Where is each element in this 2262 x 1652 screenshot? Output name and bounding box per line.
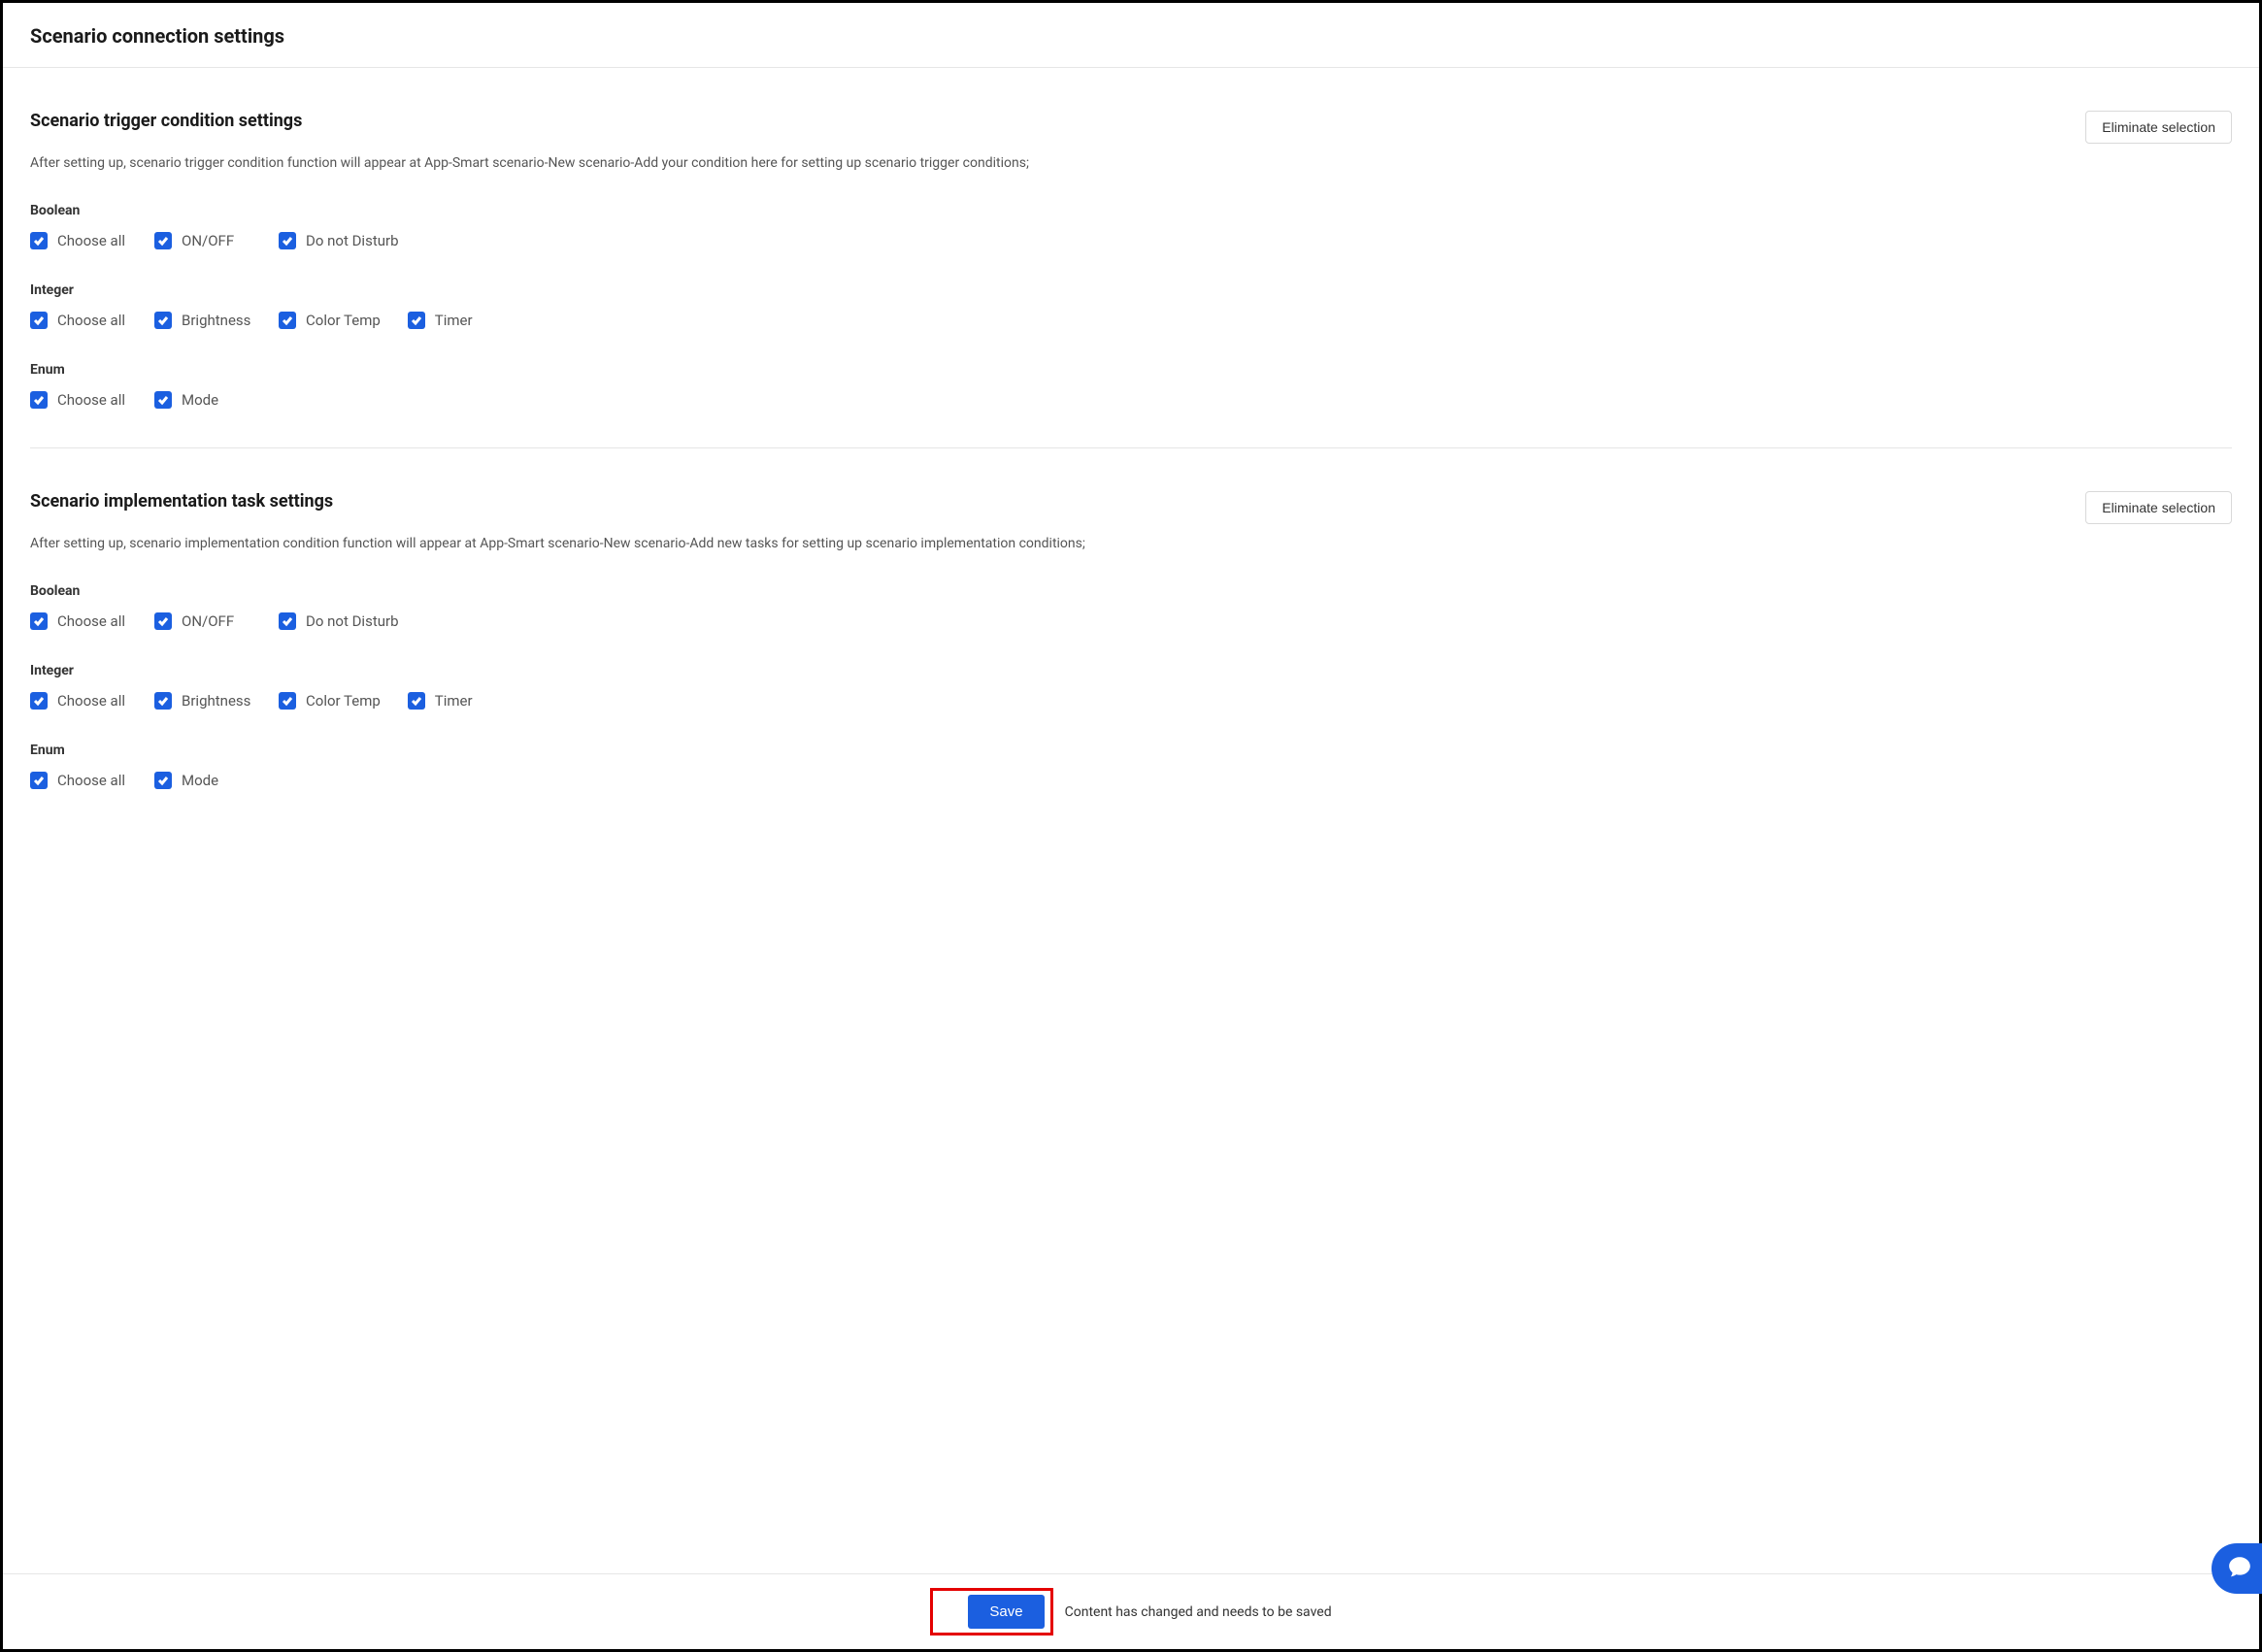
checkbox-brightness[interactable]: Brightness <box>154 692 251 710</box>
checkbox-icon <box>408 692 425 710</box>
group-task-integer: Integer Choose all Brightness Color Temp <box>30 663 2232 710</box>
section-desc-task: After setting up, scenario implementatio… <box>30 534 2232 554</box>
checkbox-icon <box>279 232 296 249</box>
checkbox-icon <box>30 312 48 329</box>
checkbox-icon <box>154 692 172 710</box>
checkbox-on-off[interactable]: ON/OFF <box>154 232 251 249</box>
section-task: Scenario implementation task settings El… <box>30 447 2232 828</box>
checkbox-label: Choose all <box>57 232 125 249</box>
page-title: Scenario connection settings <box>30 24 2232 48</box>
checkbox-icon <box>279 612 296 630</box>
group-title: Integer <box>30 663 2232 678</box>
group-title: Integer <box>30 282 2232 298</box>
chat-icon <box>2221 1554 2252 1583</box>
checkbox-label: Brightness <box>182 312 250 329</box>
checkbox-icon <box>154 391 172 409</box>
checkbox-label: Timer <box>435 692 473 710</box>
group-task-enum: Enum Choose all Mode <box>30 743 2232 789</box>
checkbox-row: Choose all Brightness Color Temp Timer <box>30 312 2232 329</box>
checkbox-label: Choose all <box>57 772 125 789</box>
save-button[interactable]: Save <box>968 1595 1044 1629</box>
checkbox-on-off[interactable]: ON/OFF <box>154 612 251 630</box>
eliminate-selection-button-trigger[interactable]: Eliminate selection <box>2085 111 2232 144</box>
checkbox-choose-all[interactable]: Choose all <box>30 772 127 789</box>
checkbox-icon <box>408 312 425 329</box>
checkbox-choose-all[interactable]: Choose all <box>30 232 127 249</box>
checkbox-icon <box>30 692 48 710</box>
section-trigger: Scenario trigger condition settings Elim… <box>30 68 2232 447</box>
group-title: Boolean <box>30 203 2232 218</box>
group-title: Enum <box>30 743 2232 758</box>
checkbox-row: Choose all Mode <box>30 391 2232 409</box>
section-desc-trigger: After setting up, scenario trigger condi… <box>30 153 2232 174</box>
section-header-row: Scenario implementation task settings El… <box>30 491 2232 524</box>
checkbox-label: Mode <box>182 772 218 789</box>
group-task-boolean: Boolean Choose all ON/OFF Do not Disturb <box>30 583 2232 630</box>
group-title: Boolean <box>30 583 2232 599</box>
checkbox-icon <box>154 312 172 329</box>
checkbox-label: Do not Disturb <box>306 612 399 630</box>
eliminate-selection-button-task[interactable]: Eliminate selection <box>2085 491 2232 524</box>
checkbox-icon <box>154 772 172 789</box>
checkbox-choose-all[interactable]: Choose all <box>30 312 127 329</box>
checkbox-icon <box>30 391 48 409</box>
checkbox-color-temp[interactable]: Color Temp <box>279 312 381 329</box>
section-title-trigger: Scenario trigger condition settings <box>30 111 302 131</box>
checkbox-label: Brightness <box>182 692 250 710</box>
checkbox-label: Mode <box>182 391 218 409</box>
app-frame: Scenario connection settings Scenario tr… <box>0 0 2262 1652</box>
checkbox-label: Choose all <box>57 692 125 710</box>
checkbox-icon <box>30 232 48 249</box>
checkbox-label: Choose all <box>57 391 125 409</box>
checkbox-brightness[interactable]: Brightness <box>154 312 251 329</box>
checkbox-row: Choose all ON/OFF Do not Disturb <box>30 612 2232 630</box>
checkbox-icon <box>30 772 48 789</box>
checkbox-label: ON/OFF <box>182 612 234 630</box>
checkbox-label: Color Temp <box>306 312 381 329</box>
checkbox-choose-all[interactable]: Choose all <box>30 692 127 710</box>
checkbox-label: ON/OFF <box>182 232 234 249</box>
title-bar: Scenario connection settings <box>3 3 2259 68</box>
checkbox-row: Choose all Mode <box>30 772 2232 789</box>
checkbox-do-not-disturb[interactable]: Do not Disturb <box>279 612 399 630</box>
content-area: Scenario trigger condition settings Elim… <box>3 68 2259 1573</box>
checkbox-label: Choose all <box>57 312 125 329</box>
footer-bar: Save Content has changed and needs to be… <box>3 1573 2259 1649</box>
group-title: Enum <box>30 362 2232 378</box>
section-title-task: Scenario implementation task settings <box>30 491 333 512</box>
checkbox-label: Do not Disturb <box>306 232 399 249</box>
checkbox-timer[interactable]: Timer <box>408 312 505 329</box>
checkbox-label: Choose all <box>57 612 125 630</box>
checkbox-choose-all[interactable]: Choose all <box>30 391 127 409</box>
checkbox-icon <box>30 612 48 630</box>
checkbox-do-not-disturb[interactable]: Do not Disturb <box>279 232 399 249</box>
checkbox-icon <box>154 612 172 630</box>
checkbox-mode[interactable]: Mode <box>154 772 251 789</box>
checkbox-choose-all[interactable]: Choose all <box>30 612 127 630</box>
section-header-row: Scenario trigger condition settings Elim… <box>30 111 2232 144</box>
checkbox-color-temp[interactable]: Color Temp <box>279 692 381 710</box>
checkbox-timer[interactable]: Timer <box>408 692 505 710</box>
checkbox-label: Color Temp <box>306 692 381 710</box>
group-trigger-integer: Integer Choose all Brightness Color Temp <box>30 282 2232 329</box>
checkbox-label: Timer <box>435 312 473 329</box>
checkbox-icon <box>154 232 172 249</box>
group-trigger-boolean: Boolean Choose all ON/OFF Do not Disturb <box>30 203 2232 249</box>
checkbox-mode[interactable]: Mode <box>154 391 251 409</box>
checkbox-icon <box>279 692 296 710</box>
chat-fab[interactable] <box>2212 1543 2262 1594</box>
checkbox-row: Choose all Brightness Color Temp Timer <box>30 692 2232 710</box>
save-highlight-box: Save <box>930 1588 1052 1635</box>
group-trigger-enum: Enum Choose all Mode <box>30 362 2232 409</box>
checkbox-icon <box>279 312 296 329</box>
footer-message: Content has changed and needs to be save… <box>1065 1604 1332 1620</box>
checkbox-row: Choose all ON/OFF Do not Disturb <box>30 232 2232 249</box>
